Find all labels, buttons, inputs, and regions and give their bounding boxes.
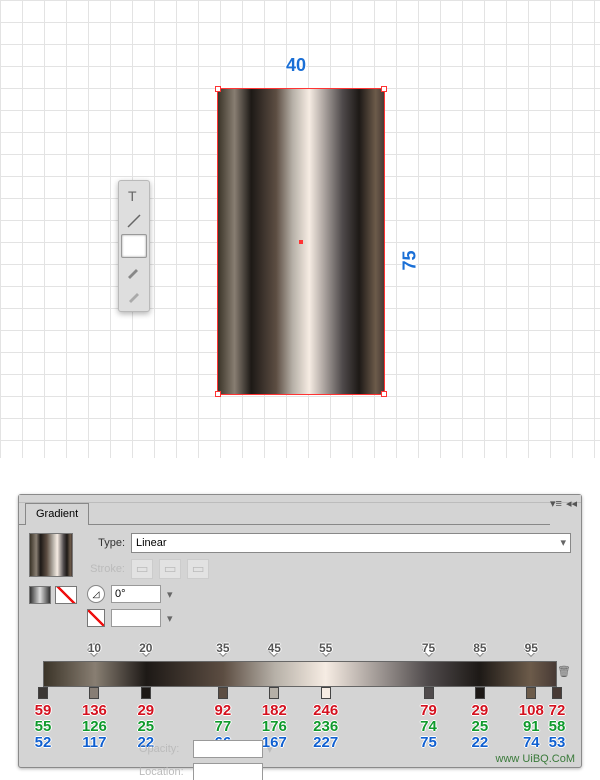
gradient-type-select[interactable]: Linear xyxy=(131,533,571,553)
gradient-rgb-values: 5955521361261172925229277661821761672462… xyxy=(43,703,557,757)
brush-tool[interactable] xyxy=(121,259,147,283)
rgb-column: 136126117 xyxy=(82,703,107,751)
anchor-br[interactable] xyxy=(381,391,387,397)
aspect-input[interactable] xyxy=(111,609,161,627)
stroke-label: Stroke: xyxy=(87,563,125,575)
color-stop[interactable] xyxy=(141,687,151,699)
pencil-tool[interactable] xyxy=(121,284,147,308)
artboard-canvas[interactable]: 40 75 T xyxy=(0,0,600,458)
midpoint-value: 85 xyxy=(473,641,486,655)
collapse-icon[interactable]: ◂◂ xyxy=(566,497,577,510)
gradient-swatch[interactable] xyxy=(29,533,73,577)
color-stop[interactable] xyxy=(269,687,279,699)
gradient-midpoint-ticks: 1020354555758595 xyxy=(43,645,557,661)
rgb-column: 246236227 xyxy=(313,703,338,751)
anchor-tl[interactable] xyxy=(215,86,221,92)
tab-gradient[interactable]: Gradient xyxy=(25,503,89,525)
fill-swatch[interactable] xyxy=(29,586,51,604)
stroke-option-1: ▭ xyxy=(131,559,153,579)
rgb-column: 595552 xyxy=(35,703,52,751)
selected-rectangle-shape[interactable] xyxy=(217,88,385,395)
color-stop[interactable] xyxy=(321,687,331,699)
color-stop[interactable] xyxy=(218,687,228,699)
location-label: Location: xyxy=(139,766,189,778)
angle-input[interactable]: 0° xyxy=(111,585,161,603)
color-stop[interactable] xyxy=(552,687,562,699)
color-stop[interactable] xyxy=(38,687,48,699)
anchor-tr[interactable] xyxy=(381,86,387,92)
line-tool[interactable] xyxy=(121,209,147,233)
stroke-option-2: ▭ xyxy=(159,559,181,579)
reverse-gradient-icon[interactable] xyxy=(87,609,105,627)
rgb-column: 797475 xyxy=(420,703,437,751)
stroke-option-3: ▭ xyxy=(187,559,209,579)
angle-icon[interactable]: ◿ xyxy=(87,585,105,603)
color-stop[interactable] xyxy=(475,687,485,699)
color-stop[interactable] xyxy=(424,687,434,699)
trash-icon[interactable]: 🗑 xyxy=(557,665,571,678)
type-tool[interactable]: T xyxy=(121,184,147,208)
svg-text:T: T xyxy=(128,188,137,204)
midpoint-value: 55 xyxy=(319,641,332,655)
rectangle-tool[interactable] xyxy=(121,234,147,258)
rgb-column: 725853 xyxy=(549,703,566,751)
type-label: Type: xyxy=(87,537,125,549)
panel-titlebar[interactable]: ◂◂ ▾≡ xyxy=(19,495,581,503)
midpoint-value: 10 xyxy=(88,641,101,655)
gradient-panel: ◂◂ ▾≡ Gradient Type: Linear xyxy=(18,494,582,768)
tool-palette[interactable]: T xyxy=(118,180,150,312)
panel-menu-icon[interactable]: ▾≡ xyxy=(550,497,562,510)
rgb-column: 292522 xyxy=(472,703,489,751)
opacity-label: Opacity: xyxy=(139,743,189,755)
midpoint-value: 35 xyxy=(216,641,229,655)
midpoint-value: 45 xyxy=(268,641,281,655)
rgb-column: 1089174 xyxy=(519,703,544,751)
midpoint-value: 20 xyxy=(139,641,152,655)
anchor-bl[interactable] xyxy=(215,391,221,397)
midpoint-value: 95 xyxy=(525,641,538,655)
watermark: www UiBQ.CoM xyxy=(496,753,575,765)
gradient-color-stops[interactable] xyxy=(43,687,557,701)
midpoint-value: 75 xyxy=(422,641,435,655)
center-point xyxy=(299,240,303,244)
opacity-input xyxy=(193,740,263,758)
color-stop[interactable] xyxy=(89,687,99,699)
location-input xyxy=(193,763,263,780)
dimension-height-label: 75 xyxy=(400,250,421,270)
color-stop[interactable] xyxy=(526,687,536,699)
gradient-ramp[interactable] xyxy=(43,661,557,687)
panel-tabs: Gradient xyxy=(19,503,550,525)
none-swatch[interactable] xyxy=(55,586,77,604)
dimension-width-label: 40 xyxy=(286,55,306,76)
